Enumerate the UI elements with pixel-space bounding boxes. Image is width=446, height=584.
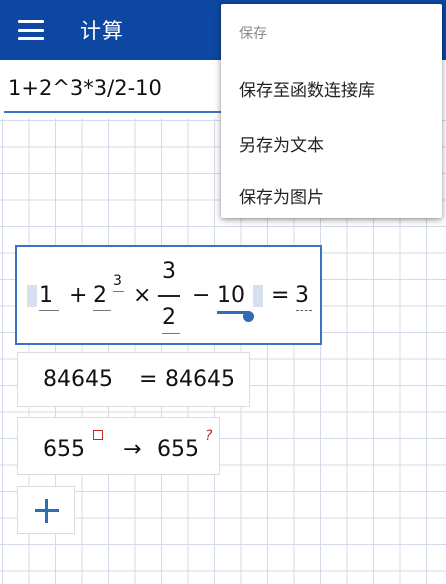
unknown-mark: ? <box>205 428 213 444</box>
menu-item-save-as-text[interactable]: 另存为文本 <box>239 131 324 156</box>
power-base-underline <box>93 310 111 311</box>
denominator-underline <box>162 333 180 334</box>
fraction-denominator[interactable]: 2 <box>162 305 176 330</box>
result-block-2[interactable]: 84645 = 84645 <box>17 352 250 407</box>
power-exponent[interactable]: 3 <box>113 273 122 289</box>
result-dashed-underline <box>296 310 312 311</box>
expression-text: 84645 <box>43 367 113 392</box>
expression-text: 655 <box>43 437 85 462</box>
result-value: 655 <box>157 437 199 462</box>
cursor-marker-left <box>27 285 37 307</box>
fraction-bar <box>158 295 180 297</box>
power-exponent-underline <box>113 291 124 292</box>
arrow-symbol: → <box>123 437 142 462</box>
result-block-3[interactable]: 655 → 655 ? <box>17 417 220 475</box>
cursor-marker-right <box>253 285 263 307</box>
result-value: 84645 <box>165 367 235 392</box>
result-value[interactable]: 3 <box>295 283 309 308</box>
term-1[interactable]: 1 <box>39 283 53 308</box>
add-block-button[interactable] <box>17 486 75 534</box>
minus-operator: − <box>192 283 211 308</box>
save-menu-header: 保存 <box>239 26 267 42</box>
equals-sign: = <box>271 283 290 308</box>
term-1-underline <box>39 310 59 311</box>
drag-handle[interactable] <box>243 311 254 322</box>
result-block-main[interactable]: 1 + 2 3 × 3 2 − 10 = 3 <box>15 245 322 345</box>
empty-square-icon[interactable] <box>93 430 103 440</box>
save-menu: 保存 保存至函数连接库 另存为文本 保存为图片 <box>221 4 442 218</box>
equals-sign: = <box>139 367 158 392</box>
expression-input[interactable]: 1+2^3*3/2-10 <box>8 76 162 100</box>
menu-item-save-as-image[interactable]: 保存为图片 <box>239 183 324 208</box>
times-operator: × <box>133 283 152 308</box>
menu-item-save-to-library[interactable]: 保存至函数连接库 <box>239 76 375 101</box>
plus-operator: + <box>69 283 88 308</box>
app-title: 计算 <box>80 19 124 43</box>
term-4[interactable]: 10 <box>217 283 245 308</box>
hamburger-menu-icon[interactable] <box>18 20 44 40</box>
power-base[interactable]: 2 <box>93 283 107 308</box>
fraction-numerator[interactable]: 3 <box>162 259 176 284</box>
